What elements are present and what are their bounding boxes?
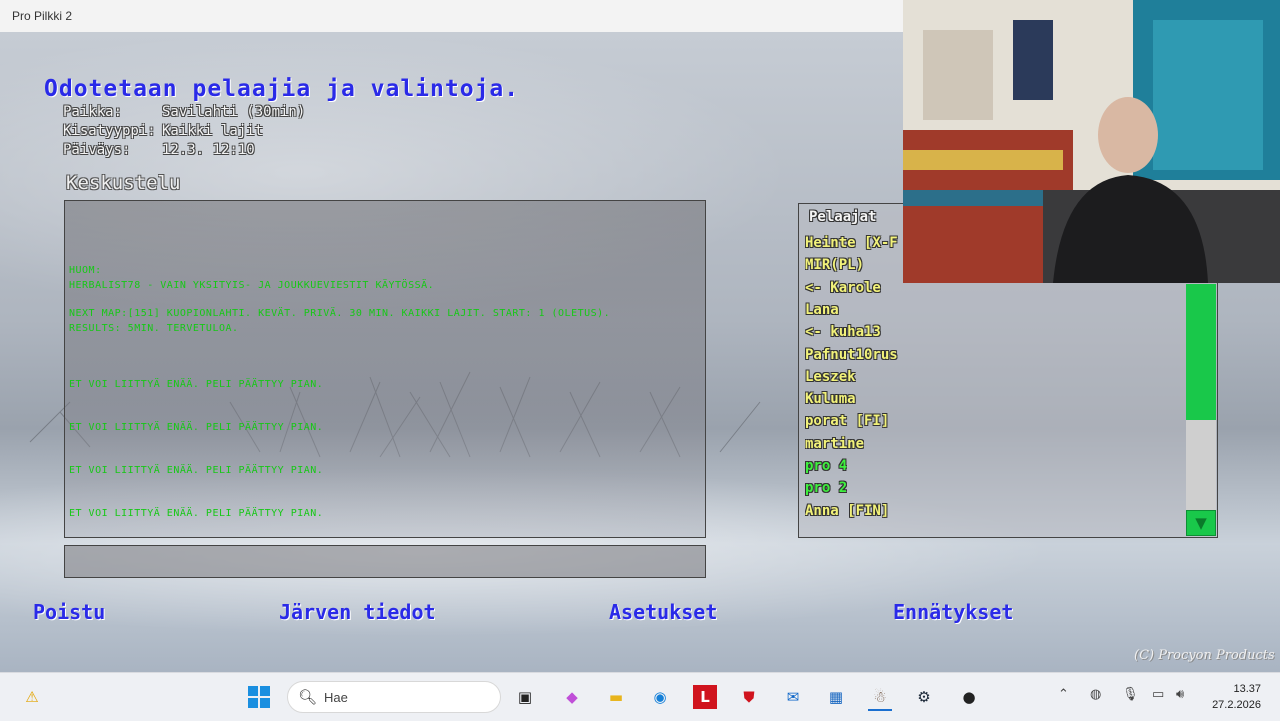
network-icon[interactable]: ◍ [1090, 687, 1101, 702]
window-titlebar: Pro Pilkki 2 [0, 0, 903, 33]
chat-input[interactable] [64, 545, 706, 578]
edge-browser-icon[interactable]: ◉ [648, 685, 672, 709]
webcam-overlay [903, 0, 1280, 283]
info-place: Paikka: Savilahti (30min) [63, 104, 305, 120]
taskbar-search[interactable]: 🔍︎ Hae [287, 681, 501, 713]
chat-line: ET VOI LIITTYÄ ENÄÄ. PELI PÄÄTTYY PIAN. [69, 422, 324, 433]
info-place-label: Paikka: [63, 104, 123, 120]
player-list-item[interactable]: Leszek [805, 369, 856, 385]
search-placeholder: Hae [324, 690, 348, 705]
search-icon: 🔍︎ [298, 688, 318, 706]
info-date-label: Päiväys: [63, 142, 131, 158]
info-contest-type-value: Kaikki lajit [162, 123, 264, 139]
chat-title: Keskustelu [66, 172, 181, 194]
webcam-image [903, 0, 1280, 283]
chevron-up-icon[interactable]: ⌃ [1058, 687, 1069, 702]
obs-icon[interactable]: ● [957, 685, 981, 709]
player-list-item[interactable]: <- Karole [805, 280, 881, 296]
display-icon[interactable]: ▭ [1152, 687, 1164, 702]
records-button[interactable]: Ennätykset [893, 600, 1013, 624]
l-app-icon[interactable]: L [693, 685, 717, 709]
chat-line: NEXT MAP:[151] KUOPIONLAHTI. KEVÄT. PRIV… [69, 308, 611, 319]
scroll-down-button[interactable]: ▼ [1186, 510, 1216, 536]
chat-line: ET VOI LIITTYÄ ENÄÄ. PELI PÄÄTTYY PIAN. [69, 465, 324, 476]
info-contest-type-label: Kisatyyppi: [63, 123, 156, 139]
players-header: Pelaajat [809, 209, 877, 225]
player-list-item[interactable]: Heinte [X-F [805, 235, 898, 251]
exit-button[interactable]: Poistu [33, 600, 105, 624]
players-scroll-thumb[interactable] [1186, 284, 1216, 420]
chat-line: RESULTS: 5MIN. TERVETULOA. [69, 323, 239, 334]
taskbar-clock[interactable]: 13.37 27.2.2026 [1205, 681, 1261, 713]
player-list-item[interactable]: Pafnut10rus [805, 347, 898, 363]
steam-icon[interactable]: ⚙ [912, 685, 936, 709]
player-list-item[interactable]: Anna [FIN] [805, 503, 889, 519]
chat-line: HUOM: [69, 265, 102, 276]
info-contest-type: Kisatyyppi: Kaikki lajit [63, 123, 263, 139]
player-list-item[interactable]: MIR(PL) [805, 257, 864, 273]
copyright-text: (C) Procyon Products [1134, 648, 1275, 663]
task-view-icon[interactable]: ▣ [513, 685, 537, 709]
window-title: Pro Pilkki 2 [12, 9, 73, 23]
store-icon[interactable]: ▦ [824, 685, 848, 709]
player-list-item[interactable]: martine [805, 436, 864, 452]
taskbar: ⚠ 🔍︎ Hae ▣ ◆ ▬ ◉ L ⛊ ✉ ▦ ☃ ⚙ ● ⌃ ◍ 🎙︎ ▭ … [0, 672, 1280, 721]
lobby-heading: Odotetaan pelaajia ja valintoja. [44, 76, 520, 102]
speaker-icon[interactable]: 🔊︎ [1176, 687, 1184, 702]
copilot-icon[interactable]: ◆ [560, 685, 584, 709]
player-list-item[interactable]: pro 4 [805, 458, 847, 474]
lake-info-button[interactable]: Järven tiedot [279, 600, 436, 624]
start-button[interactable] [247, 685, 271, 709]
mcafee-icon[interactable]: ⛊ [737, 685, 761, 709]
info-date: Päiväys: 12.3. 12:10 [63, 142, 255, 158]
info-place-value: Savilahti (30min) [162, 104, 306, 120]
clock-date: 27.2.2026 [1212, 699, 1261, 711]
file-explorer-icon[interactable]: ▬ [604, 685, 628, 709]
player-list-item[interactable]: Lana [805, 302, 839, 318]
outlook-icon[interactable]: ✉ [781, 685, 805, 709]
chat-line: ET VOI LIITTYÄ ENÄÄ. PELI PÄÄTTYY PIAN. [69, 379, 324, 390]
settings-button[interactable]: Asetukset [609, 600, 717, 624]
triangle-down-icon: ▼ [1195, 514, 1207, 532]
clock-time: 13.37 [1233, 683, 1261, 695]
windows-logo-icon [248, 686, 270, 708]
microphone-icon[interactable]: 🎙︎ [1122, 687, 1139, 702]
player-list-item[interactable]: Kuluma [805, 391, 856, 407]
info-date-value: 12.3. 12:10 [162, 142, 255, 158]
player-list-item[interactable]: <- kuha13 [805, 324, 881, 340]
chat-log[interactable]: HUOM: HERBALIST78 - VAIN YKSITYIS- JA JO… [64, 200, 706, 538]
warning-icon[interactable]: ⚠ [20, 685, 44, 709]
player-list-item[interactable]: pro 2 [805, 480, 847, 496]
chat-line: HERBALIST78 - VAIN YKSITYIS- JA JOUKKUEV… [69, 280, 435, 291]
chat-line: ET VOI LIITTYÄ ENÄÄ. PELI PÄÄTTYY PIAN. [69, 508, 324, 519]
player-list-item[interactable]: porat [FI] [805, 413, 889, 429]
pro-pilkki-taskbar-icon[interactable]: ☃ [868, 685, 892, 711]
